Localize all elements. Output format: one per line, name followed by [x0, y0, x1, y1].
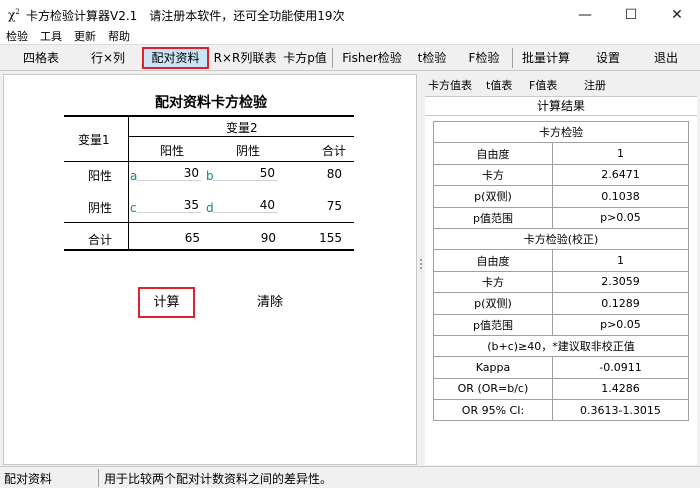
close-icon[interactable]: ✕: [654, 0, 700, 30]
row-total-positive: 80: [326, 167, 342, 181]
tb-batch-calc[interactable]: 批量计算: [516, 47, 576, 69]
tab-chi-table[interactable]: 卡方值表: [428, 77, 472, 93]
input-d[interactable]: 40: [213, 198, 277, 213]
tb-exit[interactable]: 退出: [642, 47, 690, 69]
correction-note: (b+c)≥40，*建议取非校正值: [433, 334, 689, 358]
result-label: Kappa: [433, 356, 553, 379]
result-label: 卡方: [433, 270, 553, 294]
tb-rxr-table[interactable]: R×R列联表: [212, 47, 278, 69]
result-label: OR 95% CI:: [433, 399, 553, 422]
section-title-chi: 卡方检验: [433, 120, 689, 144]
result-value: 2.6471: [551, 163, 690, 187]
table-subheader-rule: [64, 161, 354, 162]
row-total-negative: 75: [326, 199, 342, 213]
result-label: OR (OR=b/c): [433, 377, 553, 401]
var2-label: 变量2: [226, 121, 258, 135]
calculate-button[interactable]: 计算: [138, 287, 195, 318]
clear-button[interactable]: 清除: [244, 287, 296, 318]
title-bar: χ2 卡方检验计算器V2.1 请注册本软件，还可全功能使用19次 — ☐ ✕: [0, 0, 700, 30]
result-value: 0.1289: [551, 292, 690, 315]
var1-label: 变量1: [78, 133, 110, 147]
result-table: 卡方检验 自由度 1 卡方 2.6471 p(双侧) 0.1038 p值范围 p>0.0…: [433, 120, 690, 422]
table-header-rule: [128, 136, 354, 137]
tb-t-test[interactable]: t检验: [410, 47, 454, 69]
section-title-chi-corrected: 卡方检验(校正): [433, 227, 689, 251]
tab-t-table[interactable]: t值表: [486, 77, 512, 93]
panel-splitter[interactable]: [419, 74, 423, 465]
maximize-icon[interactable]: ☐: [608, 0, 654, 30]
menu-update[interactable]: 更新: [74, 28, 96, 44]
window-title: 卡方检验计算器V2.1: [26, 8, 138, 23]
toolbar: 四格表 行×列 配对资料 R×R列联表 卡方p值 Fisher检验 t检验 F检…: [0, 44, 700, 71]
result-value: 1: [551, 249, 690, 272]
tb-settings[interactable]: 设置: [584, 47, 632, 69]
col-header-total: 合计: [322, 144, 347, 158]
tb-row-col[interactable]: 行×列: [76, 47, 140, 69]
app-icon: χ2: [8, 8, 20, 22]
calc-title: 配对资料卡方检验: [155, 95, 267, 111]
status-mode: 配对资料: [4, 472, 53, 486]
tb-chi-p-value[interactable]: 卡方p值: [280, 47, 330, 69]
splitter-grip: [420, 263, 422, 265]
tb-f-test[interactable]: F检验: [460, 47, 508, 69]
result-value: 0.1038: [551, 185, 690, 208]
splitter-grip: [420, 267, 422, 269]
registration-note: 请注册本软件，还可全功能使用19次: [149, 8, 345, 23]
table-top-rule: [64, 115, 354, 117]
tb-paired-data[interactable]: 配对资料: [142, 47, 209, 69]
row-label-positive: 阳性: [88, 169, 113, 183]
tb-fourfold-table[interactable]: 四格表: [8, 47, 74, 69]
paired-chi-square-panel: 配对资料卡方检验 变量1 变量2 阳性 阴性 合计 阳性 a 30 b 50 8…: [3, 74, 417, 465]
result-value: 1: [551, 142, 690, 165]
reference-tabs: 卡方值表 t值表 F值表 注册: [425, 74, 700, 96]
status-bar: 配对资料 用于比较两个配对计数资料之间的差异性。: [0, 466, 700, 488]
result-label: 自由度: [433, 249, 553, 272]
grand-total: 155: [319, 231, 342, 245]
cell-letter-c: c: [130, 201, 137, 215]
result-header: 计算结果: [425, 96, 697, 116]
toolbar-separator: [512, 48, 513, 68]
splitter-grip: [420, 259, 422, 261]
result-label: 卡方: [433, 163, 553, 187]
toolbar-separator: [332, 48, 333, 68]
menu-tools[interactable]: 工具: [40, 28, 62, 44]
menu-help[interactable]: 帮助: [108, 28, 130, 44]
table-vertical-rule: [128, 116, 129, 250]
result-value: 0.3613-1.3015: [551, 399, 690, 422]
result-value: p>0.05: [551, 206, 690, 229]
status-separator: [98, 469, 99, 487]
result-value: p>0.05: [551, 313, 690, 336]
result-panel: 卡方检验 自由度 1 卡方 2.6471 p(双侧) 0.1038 p值范围 p>0.0…: [425, 116, 697, 465]
status-description: 用于比较两个配对计数资料之间的差异性。: [104, 472, 333, 486]
tab-f-table[interactable]: F值表: [529, 77, 557, 93]
total-col1: 65: [184, 231, 200, 245]
result-label: p(双侧): [433, 185, 553, 208]
result-label: 自由度: [433, 142, 553, 165]
tab-register[interactable]: 注册: [584, 77, 606, 93]
result-value: 1.4286: [551, 377, 690, 401]
input-a[interactable]: 30: [137, 166, 201, 181]
menu-bar: 检验 工具 更新 帮助: [0, 28, 700, 44]
col-header-negative: 阴性: [236, 144, 261, 158]
result-label: p值范围: [433, 206, 553, 229]
input-b[interactable]: 50: [213, 166, 277, 181]
table-total-rule: [64, 222, 354, 223]
col-header-positive: 阳性: [160, 144, 185, 158]
result-value: 2.3059: [551, 270, 690, 294]
row-label-negative: 阴性: [88, 201, 113, 215]
result-label: p值范围: [433, 313, 553, 336]
input-c[interactable]: 35: [137, 198, 201, 213]
total-col2: 90: [260, 231, 276, 245]
menu-check[interactable]: 检验: [6, 28, 28, 44]
total-row-label: 合计: [88, 233, 113, 247]
minimize-icon[interactable]: —: [562, 0, 608, 30]
tb-fisher-test[interactable]: Fisher检验: [336, 47, 408, 69]
result-label: p(双侧): [433, 292, 553, 315]
result-value: -0.0911: [551, 356, 690, 379]
table-bottom-rule: [64, 249, 354, 251]
